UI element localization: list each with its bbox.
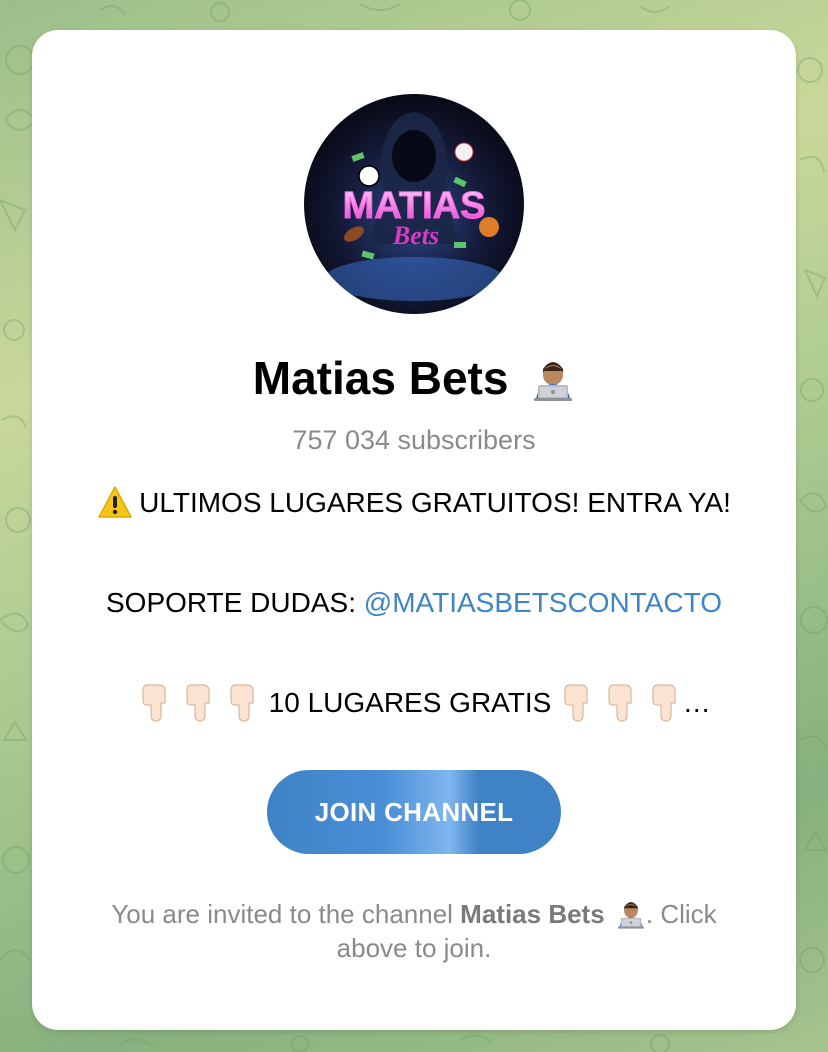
- footer-prefix: You are invited to the channel: [111, 899, 461, 929]
- footer-suffix-2: above to join.: [336, 933, 492, 964]
- support-contact-link[interactable]: @MATIASBETSCONTACTO: [364, 587, 722, 618]
- channel-title: Matias Bets: [32, 348, 796, 408]
- description-ellipsis: …: [682, 687, 711, 718]
- description-line-2: SOPORTE DUDAS: @MATIASBETSCONTACTO: [32, 583, 796, 623]
- support-label: SOPORTE DUDAS:: [106, 587, 364, 618]
- warning-icon: [97, 485, 133, 519]
- technologist-emoji-icon: [616, 897, 646, 929]
- description-line-1: ULTIMOS LUGARES GRATUITOS! ENTRA YA!: [32, 483, 796, 523]
- footer-suffix-1: . Click: [645, 899, 717, 929]
- join-channel-button[interactable]: JOIN CHANNEL: [267, 770, 561, 854]
- pointing-down-icon: [137, 683, 173, 723]
- footer-channel-name: Matias Bets: [460, 899, 605, 929]
- pointing-down-icon: [603, 683, 639, 723]
- technologist-emoji-icon: [531, 355, 575, 401]
- description-text-1: ULTIMOS LUGARES GRATUITOS! ENTRA YA!: [139, 487, 731, 518]
- description-text-3: 10 LUGARES GRATIS: [260, 687, 560, 718]
- pointing-down-icon: [647, 683, 683, 723]
- pointing-down-icon: [559, 683, 595, 723]
- channel-name: Matias Bets: [252, 352, 509, 404]
- pointing-down-icon: [225, 683, 261, 723]
- avatar-logo-bottom: Bets: [392, 221, 439, 250]
- subscriber-count: 757 034 subscribers: [292, 425, 536, 455]
- pointing-down-icon: [181, 683, 217, 723]
- channel-invite-card: MATIAS Bets Matias Bets 757 034 subscrib…: [32, 30, 796, 1030]
- channel-avatar: MATIAS Bets: [304, 94, 524, 314]
- description-line-3: 10 LUGARES GRATIS …: [52, 683, 796, 725]
- invite-footer-text: You are invited to the channel Matias Be…: [72, 898, 756, 965]
